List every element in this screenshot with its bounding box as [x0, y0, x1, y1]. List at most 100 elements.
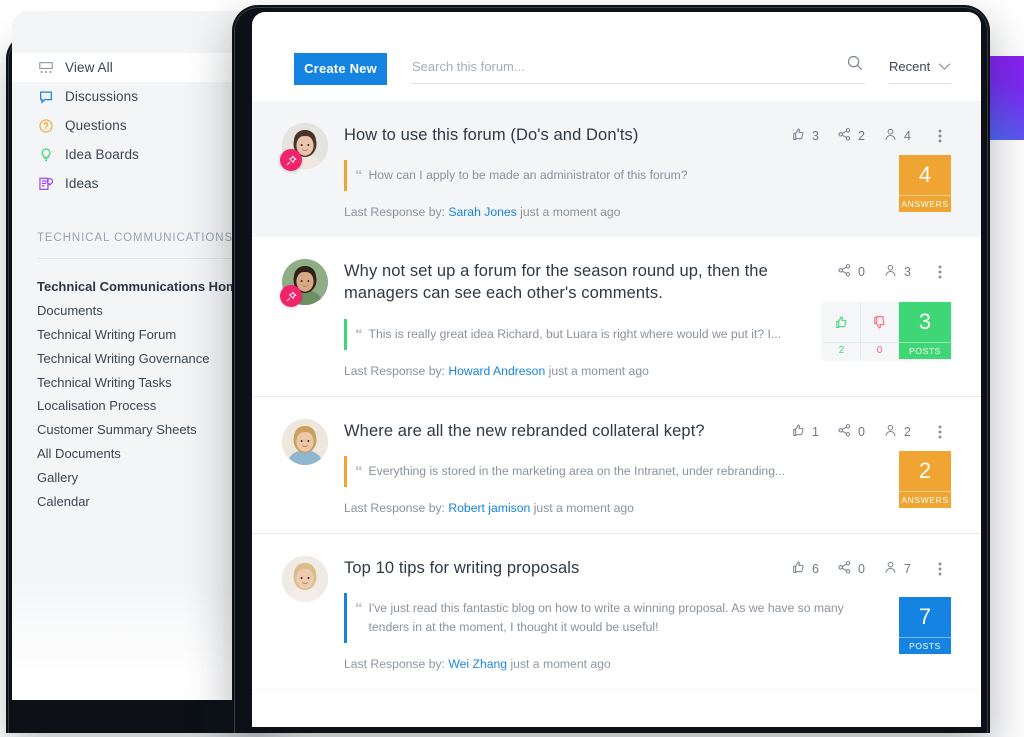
post-metric-person[interactable]: 4 — [883, 127, 929, 145]
post-metric-thumbs-up[interactable]: 1 — [791, 423, 837, 441]
last-response-author[interactable]: Wei Zhang — [448, 657, 507, 671]
post-metric-value: 3 — [812, 129, 819, 143]
post-metric-value: 0 — [858, 424, 865, 439]
sidebar-link[interactable]: Localisation Process — [12, 394, 262, 418]
post-metric-value: 0 — [858, 717, 865, 727]
last-response-author[interactable]: Sarah Jones — [448, 205, 516, 219]
post-title[interactable]: Why not set up a forum for the season ro… — [344, 260, 804, 305]
sidebar-item-label: Questions — [65, 118, 127, 133]
post-metric-thumbs-up[interactable]: 3 — [791, 716, 837, 727]
sidebar-item-questions[interactable]: Questions — [12, 111, 262, 140]
sidebar-link[interactable]: Technical Communications Home — [12, 275, 262, 299]
post-metric-value: 3 — [812, 717, 819, 727]
post-excerpt-text: Everything is stored in the marketing ar… — [368, 463, 786, 478]
sidebar-link-label: Technical Writing Governance — [37, 350, 210, 366]
share-icon — [837, 127, 852, 145]
post-metric-person[interactable]: 3 — [883, 263, 929, 281]
last-response-author[interactable]: Howard Andreson — [448, 364, 545, 378]
sidebar-link[interactable]: Documents — [12, 299, 262, 323]
forum-post[interactable]: Where are all the new rebranded collater… — [252, 397, 981, 534]
sidebar-item-ideas[interactable]: Ideas — [12, 169, 262, 198]
last-response-time: just a moment ago — [510, 656, 611, 671]
post-metric-thumbs-up[interactable]: 3 — [791, 127, 837, 145]
thumbs-up-icon — [791, 560, 806, 578]
sidebar-link-label: Technical Writing Forum — [37, 326, 177, 342]
post-count-number: 4 — [918, 161, 932, 187]
post-count-caption: POSTS — [899, 637, 951, 654]
post-last-response: Last Response by: Howard Andreson just a… — [344, 364, 951, 378]
avatar[interactable] — [282, 711, 328, 727]
post-count-number: 2 — [918, 457, 932, 483]
last-response-time: just a moment ago — [533, 500, 634, 515]
post-metric-share[interactable]: 0 — [837, 716, 883, 727]
sidebar-item-view-all[interactable]: View All — [12, 53, 262, 82]
sidebar-link[interactable]: Technical Writing Tasks — [12, 370, 262, 394]
share-icon — [837, 716, 852, 727]
post-metric-person[interactable]: 2 — [883, 423, 929, 441]
sidebar-link[interactable]: All Documents — [12, 442, 262, 466]
avatar[interactable] — [282, 555, 328, 602]
post-metric-person[interactable]: 7 — [883, 560, 929, 578]
search-field[interactable] — [412, 54, 865, 84]
sidebar-item-label: Discussions — [65, 89, 139, 104]
sidebar-nav: View All Discussions Questions Idea Boar… — [12, 53, 262, 198]
post-excerpt: “ This is really great idea Richard, but… — [344, 318, 844, 350]
create-new-button[interactable]: Create New — [294, 53, 387, 85]
post-count-number: 7 — [918, 604, 932, 630]
chat-bubble-icon — [37, 88, 54, 105]
search-icon[interactable] — [847, 55, 863, 76]
sidebar-link-label: Customer Summary Sheets — [37, 422, 197, 438]
post-count-badge: 3 POSTS — [899, 302, 951, 360]
post-title[interactable]: Where are all the new rebranded collater… — [344, 420, 705, 442]
person-icon — [883, 263, 898, 281]
lightbulb-icon — [37, 146, 54, 163]
vote-down-cell[interactable]: 0 — [861, 302, 899, 360]
vote-up-cell[interactable]: 2 — [823, 302, 861, 360]
post-count-caption: ANSWERS — [899, 490, 951, 508]
post-title[interactable]: How to use this forum (Do's and Don'ts) — [344, 124, 638, 146]
quote-icon: “ — [355, 462, 363, 480]
kebab-menu-icon[interactable] — [929, 264, 951, 280]
sidebar-link-label: Gallery — [37, 469, 79, 485]
last-response-author[interactable]: Robert jamison — [448, 501, 530, 515]
sidebar-link[interactable]: Technical Writing Governance — [12, 346, 262, 370]
post-metric-value: 3 — [904, 717, 911, 727]
grid-icon — [37, 59, 54, 76]
sidebar-section-label: Technical Communications — [37, 232, 234, 244]
quote-icon: “ — [355, 325, 363, 343]
sidebar-item-idea-boards[interactable]: Idea Boards — [12, 140, 262, 169]
thumbs-down-icon — [872, 302, 887, 342]
kebab-menu-icon[interactable] — [929, 561, 951, 577]
post-metric-person[interactable]: 3 — [883, 716, 929, 727]
forum-post[interactable]: Top 10 tips for writing proposals 6 0 7 — [252, 534, 981, 690]
kebab-menu-icon[interactable] — [929, 424, 951, 440]
excerpt-accent-bar — [344, 160, 347, 192]
sidebar-link[interactable]: Gallery — [12, 465, 262, 489]
avatar[interactable] — [282, 418, 328, 465]
excerpt-accent-bar — [344, 455, 347, 487]
vote-up-count: 2 — [823, 342, 860, 359]
sidebar-link[interactable]: Technical Writing Forum — [12, 323, 262, 347]
post-metric-share[interactable]: 0 — [837, 263, 883, 281]
excerpt-accent-bar — [344, 318, 347, 350]
kebab-menu-icon[interactable] — [929, 128, 951, 144]
sort-dropdown[interactable]: Recent — [889, 54, 951, 84]
search-input[interactable] — [412, 59, 865, 78]
post-metrics: 3 2 4 — [791, 124, 951, 145]
post-title[interactable]: Top 10 tips for writing proposals — [344, 557, 579, 579]
post-metric-thumbs-up[interactable]: 6 — [791, 560, 837, 578]
post-last-response: Last Response by: Wei Zhang just a momen… — [344, 657, 951, 671]
post-metric-share[interactable]: 0 — [837, 560, 883, 578]
post-title[interactable]: Customer feedback from events — [344, 713, 581, 727]
forum-post[interactable]: How to use this forum (Do's and Don'ts) … — [252, 101, 981, 238]
sidebar-link[interactable]: Calendar — [12, 489, 262, 513]
sidebar-link[interactable]: Customer Summary Sheets — [12, 418, 262, 442]
post-avatar-column — [282, 418, 344, 515]
forum-post[interactable]: Customer feedback from events 3 0 3 — [252, 690, 981, 727]
forum-post[interactable]: Why not set up a forum for the season ro… — [252, 237, 981, 397]
post-metric-share[interactable]: 0 — [837, 423, 883, 441]
kebab-menu-icon[interactable] — [929, 717, 951, 727]
sidebar-item-discussions[interactable]: Discussions — [12, 82, 262, 111]
post-metric-share[interactable]: 2 — [837, 127, 883, 145]
post-excerpt-text: I've just read this fantastic blog on ho… — [368, 601, 844, 634]
